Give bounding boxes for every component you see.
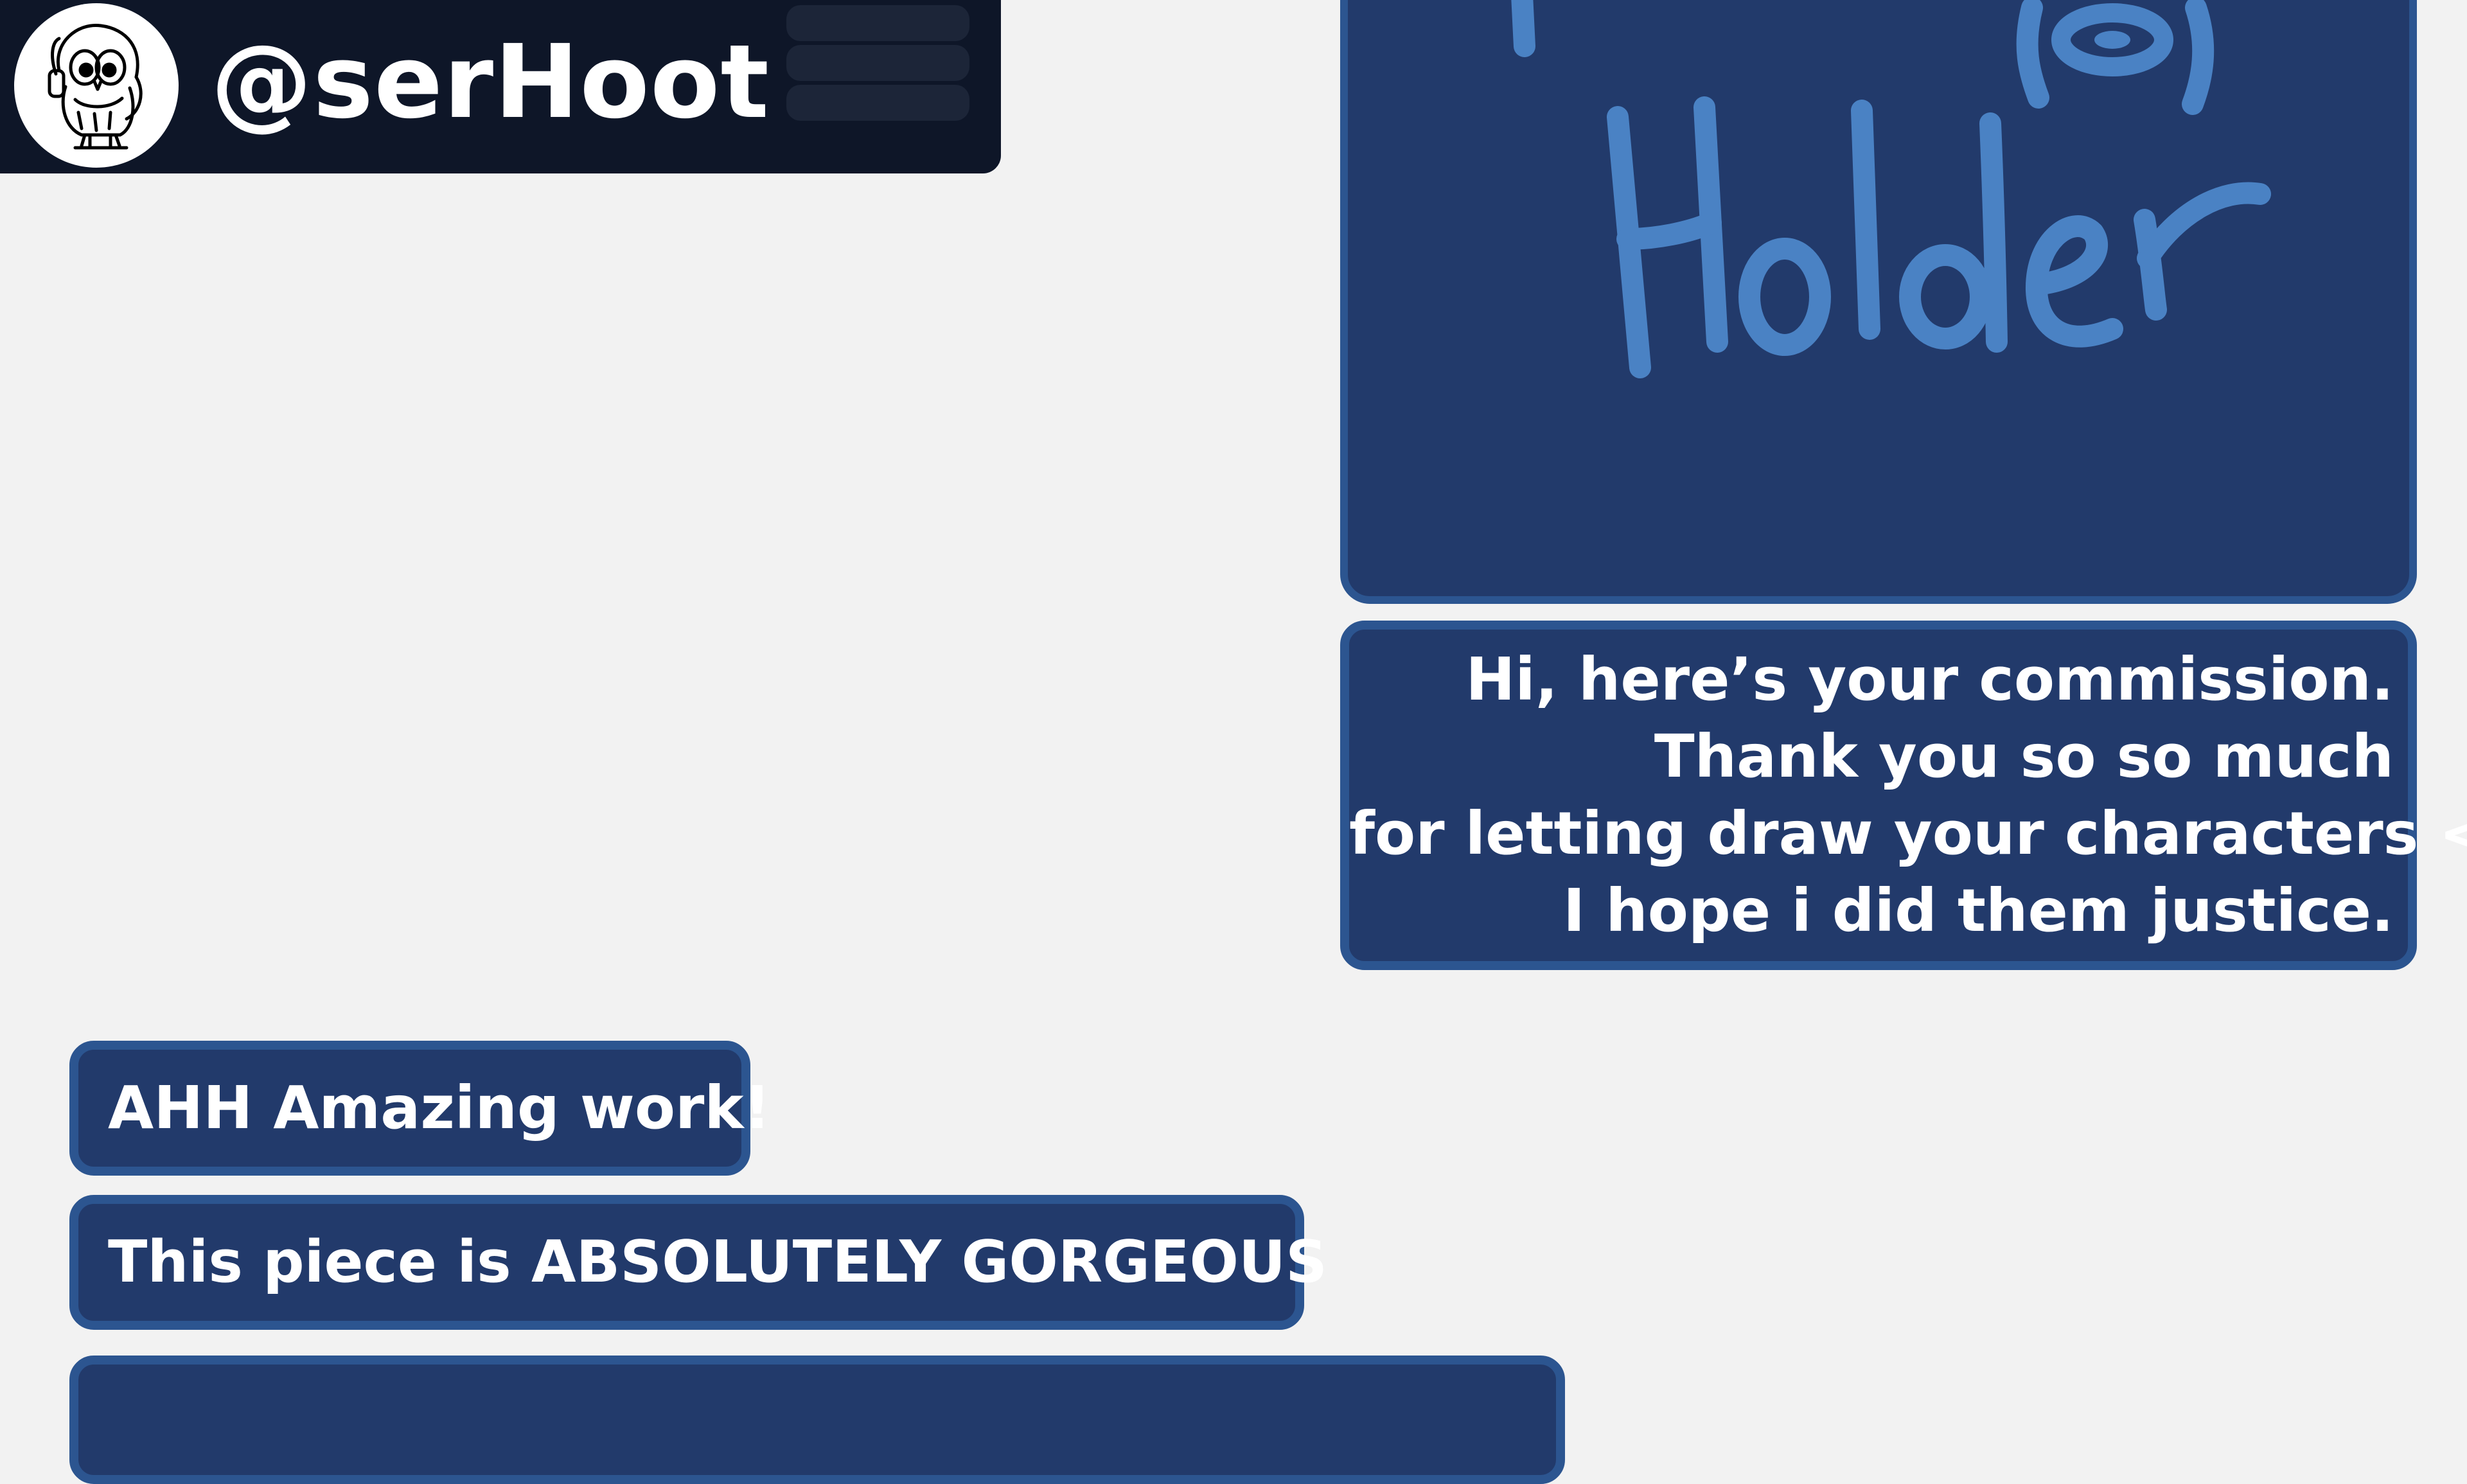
message-line: I hope i did them justice. — [1562, 876, 2394, 945]
owl-avatar-drawing — [48, 23, 143, 150]
message-text: This piece is ABSOLUTELY GORGEOUS — [108, 1228, 1327, 1296]
owl-avatar-icon[interactable] — [14, 3, 179, 168]
received-message-bubble[interactable]: This piece is ABSOLUTELY GORGEOUS — [69, 1195, 1327, 1330]
message-line: Hi, here’s your commission. — [1465, 645, 2394, 714]
menu-bar-bottom — [786, 85, 969, 121]
image-message[interactable] — [1340, 0, 2417, 604]
received-message-bubble[interactable] — [69, 1356, 1565, 1484]
sent-message-bubble[interactable]: Hi, here’s your commission. Thank you so… — [1340, 621, 2467, 970]
commission-drawing — [1511, 0, 2271, 378]
received-message-bubble[interactable]: AHH Amazing work! — [69, 1041, 771, 1176]
username-title: @serHoot — [211, 23, 770, 141]
menu-bar-top — [786, 5, 969, 41]
chat-header: @serHoot — [0, 0, 1001, 173]
message-text: AHH Amazing work! — [108, 1073, 771, 1142]
message-line: for letting draw your characters <3 — [1349, 799, 2467, 868]
message-line: Thank you so so much — [1654, 722, 2394, 791]
hamburger-menu-icon[interactable] — [786, 5, 969, 121]
menu-bar-middle — [786, 45, 969, 81]
